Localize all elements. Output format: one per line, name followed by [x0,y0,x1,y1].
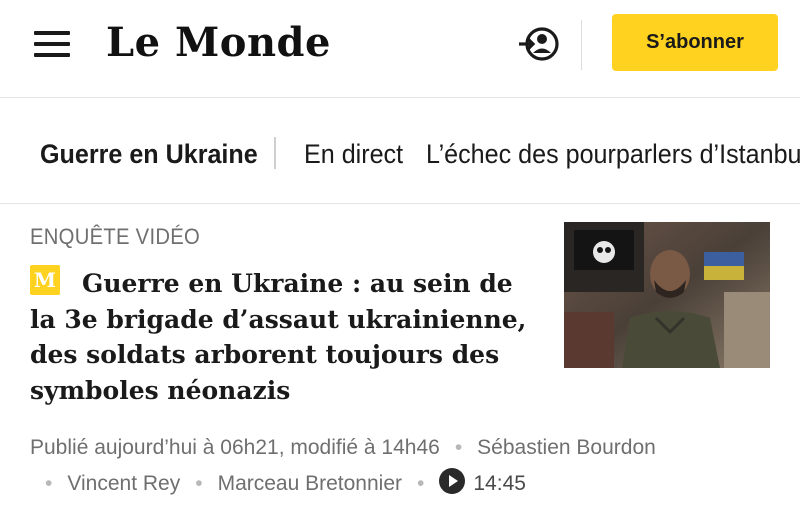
topic-nav: Guerre en Ukraine En direct L’échec des … [0,99,800,204]
nav-item-istanbul[interactable]: L’échec des pourparlers d’Istanbu [426,137,800,171]
article-headline[interactable]: Guerre en Ukraine : au sein de la 3e bri… [30,266,540,408]
author-link[interactable]: Vincent Rey [67,472,180,495]
hamburger-menu-icon[interactable] [34,31,70,57]
play-video-icon[interactable] [439,468,466,494]
site-logo[interactable]: Le Monde [106,18,331,68]
subscribe-button[interactable]: S’abonner [612,14,778,71]
publication-date: Publié aujourd’hui à 06h21, modifié à 14… [30,436,440,459]
site-header: Le Monde S’abonner [0,0,800,98]
meta-separator: • [454,436,463,459]
article-thumbnail[interactable] [564,222,770,368]
article-meta: Publié aujourd’hui à 06h21, modifié à 14… [30,430,770,502]
meta-separator: • [195,472,203,495]
meta-separator: • [417,472,425,495]
login-account-icon[interactable] [516,22,564,66]
article-kicker: ENQUÊTE VIDÉO [30,224,201,249]
video-duration: 14:45 [473,472,526,495]
header-divider [581,20,582,70]
author-link[interactable]: Sébastien Bourdon [477,436,656,459]
author-link[interactable]: Marceau Bretonnier [218,472,402,495]
meta-separator: • [45,472,53,495]
nav-item-guerre-en-ukraine[interactable]: Guerre en Ukraine [40,137,258,171]
nav-separator [274,137,276,169]
article-headline-text[interactable]: Guerre en Ukraine : au sein de la 3e bri… [30,269,526,405]
nav-item-en-direct[interactable]: En direct [304,137,403,171]
